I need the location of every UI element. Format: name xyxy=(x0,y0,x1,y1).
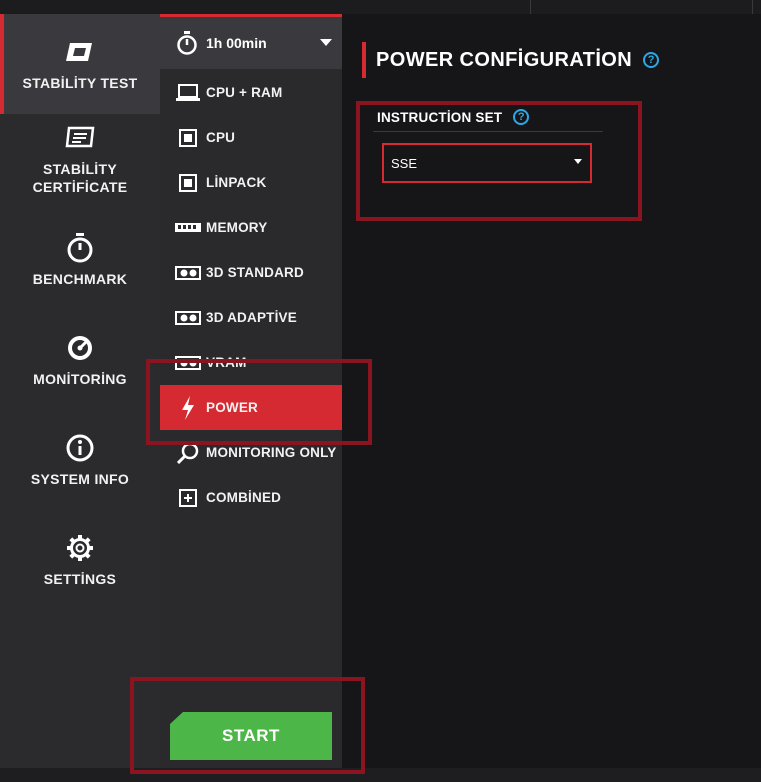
menu-item-label: 3D ADAPTİVE xyxy=(206,310,297,325)
nav-label: SETTİNGS xyxy=(43,571,117,587)
help-icon[interactable]: ? xyxy=(643,52,660,68)
gpu-icon xyxy=(175,262,201,284)
duration-value: 1h 00min xyxy=(206,35,267,51)
stopwatch-icon xyxy=(64,232,96,264)
gear-icon xyxy=(64,532,96,564)
lightning-icon xyxy=(175,395,201,420)
nav-label: SYSTEM INFO xyxy=(30,471,130,487)
test-menu: 1h 00min CPU + RAM CPU LİNPACK MEMORY 3D… xyxy=(160,14,342,768)
menu-item-vram[interactable]: VRAM xyxy=(160,340,342,385)
laptop-icon xyxy=(175,82,201,104)
nav-system-info[interactable]: SYSTEM INFO xyxy=(0,432,160,488)
nav-stability-test[interactable]: STABİLİTY TEST xyxy=(0,14,160,114)
menu-item-label: MONITORING ONLY xyxy=(206,445,337,460)
linpack-icon xyxy=(175,172,201,194)
instruction-set-select[interactable]: SSE xyxy=(382,143,592,183)
menu-item-cpu[interactable]: CPU xyxy=(160,115,342,160)
top-strip xyxy=(0,0,761,15)
help-icon[interactable]: ? xyxy=(513,109,530,125)
nav-settings[interactable]: SETTİNGS xyxy=(0,532,160,588)
menu-item-power[interactable]: POWER xyxy=(160,385,342,430)
menu-item-memory[interactable]: MEMORY xyxy=(160,205,342,250)
left-navigation: STABİLİTY TEST STABİLİTY CERTİFİCATE BEN… xyxy=(0,14,160,768)
nav-benchmark[interactable]: BENCHMARK xyxy=(0,232,160,288)
stability-icon xyxy=(64,36,96,68)
menu-item-label: LİNPACK xyxy=(206,175,267,190)
menu-item-linpack[interactable]: LİNPACK xyxy=(160,160,342,205)
gpu-icon xyxy=(175,352,201,374)
menu-item-label: 3D STANDARD xyxy=(206,265,304,280)
instruction-set-value: SSE xyxy=(391,155,418,171)
instruction-set-section: INSTRUCTİON SET ? SSE xyxy=(373,109,603,183)
gauge-icon xyxy=(64,332,96,364)
certificate-icon xyxy=(64,122,96,154)
stopwatch-icon xyxy=(176,31,198,55)
divider xyxy=(373,131,603,132)
menu-item-monitoring-only[interactable]: MONITORING ONLY xyxy=(160,430,342,475)
page-title-bar: POWER CONFİGURATİON ? xyxy=(362,42,660,78)
start-button[interactable]: START xyxy=(170,712,332,760)
gpu-icon xyxy=(175,307,201,329)
nav-label: STABİLİTY TEST xyxy=(22,75,138,91)
menu-item-combined[interactable]: COMBİNED xyxy=(160,475,342,520)
chevron-down-icon xyxy=(320,39,332,46)
cpu-icon xyxy=(175,127,201,149)
nav-monitoring[interactable]: MONİTORİNG xyxy=(0,332,160,388)
menu-item-label: COMBİNED xyxy=(206,490,282,505)
nav-label: MONİTORİNG xyxy=(33,371,127,387)
nav-label: STABİLİTY CERTİFİCATE xyxy=(32,161,128,195)
plus-box-icon xyxy=(175,487,201,509)
duration-dropdown[interactable]: 1h 00min xyxy=(160,17,342,69)
info-icon xyxy=(64,432,96,464)
instruction-set-label: INSTRUCTİON SET xyxy=(377,109,503,125)
menu-item-3d-standard[interactable]: 3D STANDARD xyxy=(160,250,342,295)
nav-label: BENCHMARK xyxy=(32,271,128,287)
config-panel: POWER CONFİGURATİON ? INSTRUCTİON SET ? … xyxy=(342,14,761,768)
page-title: POWER CONFİGURATİON xyxy=(376,48,633,71)
menu-item-label: CPU + RAM xyxy=(206,85,283,100)
nav-stability-certificate[interactable]: STABİLİTY CERTİFİCATE xyxy=(0,122,160,196)
memory-icon xyxy=(175,217,201,239)
menu-item-label: MEMORY xyxy=(206,220,268,235)
menu-item-3d-adaptive[interactable]: 3D ADAPTİVE xyxy=(160,295,342,340)
menu-item-label: POWER xyxy=(206,400,259,415)
menu-item-cpu-ram[interactable]: CPU + RAM xyxy=(160,70,342,115)
magnifier-icon xyxy=(175,442,201,464)
menu-item-label: CPU xyxy=(206,130,236,145)
title-accent xyxy=(362,42,366,78)
chevron-down-icon xyxy=(574,159,582,164)
bottom-strip xyxy=(0,768,761,782)
menu-item-label: VRAM xyxy=(206,355,247,370)
